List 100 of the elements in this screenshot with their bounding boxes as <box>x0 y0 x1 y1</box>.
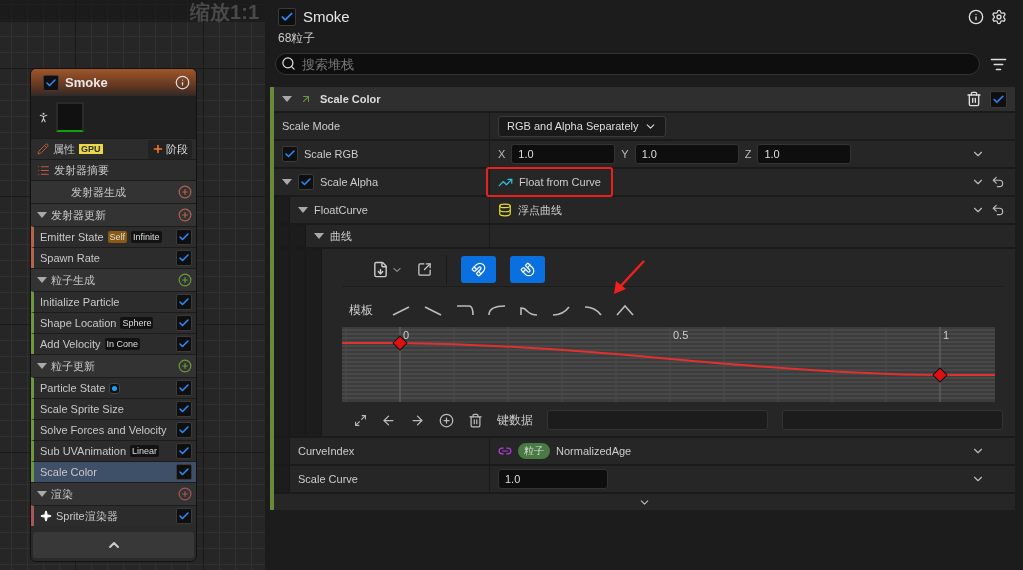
next-key-icon[interactable] <box>410 412 425 428</box>
sparkle-icon <box>40 510 52 522</box>
settings-icon[interactable] <box>991 8 1007 25</box>
enable-checkbox[interactable] <box>176 315 192 331</box>
expand-triangle-icon[interactable] <box>314 233 324 239</box>
enable-checkbox[interactable] <box>176 336 192 352</box>
search-icon <box>281 56 296 71</box>
enable-checkbox[interactable] <box>278 7 296 26</box>
module-item[interactable]: Scale Sprite Size <box>31 398 196 419</box>
scale-mode-dropdown[interactable]: RGB and Alpha Separately <box>498 115 667 137</box>
enable-checkbox[interactable] <box>176 422 192 438</box>
checkmark-icon <box>178 317 190 329</box>
number-field[interactable]: 1.0 <box>757 144 852 164</box>
section-label[interactable]: 粒子更新 <box>51 358 95 374</box>
checkmark-icon <box>45 76 57 89</box>
enable-checkbox[interactable] <box>990 90 1007 108</box>
axis-label: Y <box>621 148 629 160</box>
section-label[interactable]: 发射器摘要 <box>54 162 109 178</box>
module-arrow-icon <box>300 93 312 105</box>
expand-triangle-icon[interactable] <box>37 212 47 218</box>
enable-checkbox[interactable] <box>176 250 192 266</box>
keyframe-icon[interactable] <box>932 367 948 383</box>
module-tag: Self <box>107 231 128 243</box>
enable-checkbox[interactable] <box>176 380 192 396</box>
expand-triangle-icon[interactable] <box>282 179 292 185</box>
curve-template-icon[interactable] <box>615 302 635 318</box>
module-item[interactable]: Solve Forces and Velocity <box>31 419 196 440</box>
number-field[interactable]: 1.0 <box>511 144 616 164</box>
checkbox[interactable] <box>282 146 298 162</box>
module-item[interactable]: Sprite渲染器 <box>31 505 196 526</box>
enable-checkbox[interactable] <box>176 443 192 459</box>
module-label: Scale Color <box>40 466 97 478</box>
enable-checkbox[interactable] <box>176 464 192 480</box>
module-item[interactable]: Emitter State Self Infinite <box>31 226 196 247</box>
checkmark-icon <box>178 424 190 436</box>
number-field[interactable]: 1.0 <box>498 469 608 489</box>
number-field[interactable]: 1.0 <box>634 144 739 164</box>
module-item[interactable]: Shape Location Sphere <box>31 312 196 333</box>
expand-triangle-icon[interactable] <box>37 277 47 283</box>
enable-checkbox[interactable] <box>176 294 192 310</box>
module-label: Spawn Rate <box>40 252 100 264</box>
add-module-icon[interactable] <box>178 359 192 373</box>
add-module-icon[interactable] <box>178 208 192 222</box>
expand-triangle-icon[interactable] <box>282 96 292 102</box>
previous-key-icon[interactable] <box>381 412 396 428</box>
particle-count: 68粒子 <box>277 30 317 47</box>
binding-value[interactable]: NormalizedAge <box>556 445 632 457</box>
magnet-icon <box>520 262 535 277</box>
reset-arrow-icon[interactable] <box>991 175 1005 189</box>
export-icon[interactable] <box>417 262 432 277</box>
import-curve-button[interactable] <box>372 261 403 278</box>
properties-label[interactable]: 属性 <box>53 141 75 157</box>
fit-view-icon[interactable] <box>354 413 367 427</box>
asset-value[interactable]: 浮点曲线 <box>518 202 562 218</box>
module-label: Solve Forces and Velocity <box>40 424 167 436</box>
enable-checkbox[interactable] <box>176 401 192 417</box>
emitter-thumbnail <box>56 102 84 132</box>
module-label: Add Velocity <box>40 338 101 350</box>
curve-template-icon[interactable] <box>455 302 475 318</box>
plus-icon <box>152 143 164 155</box>
checkmark-icon <box>178 231 190 243</box>
module-item[interactable]: Initialize Particle <box>31 291 196 312</box>
module-item[interactable]: Scale Color <box>31 461 196 482</box>
function-value[interactable]: Float from Curve <box>519 176 601 188</box>
checkmark-icon <box>992 92 1005 106</box>
module-item[interactable]: Sub UVAnimation Linear <box>31 440 196 461</box>
reset-arrow-icon[interactable] <box>991 203 1005 217</box>
delete-icon[interactable] <box>468 412 483 428</box>
add-module-icon[interactable] <box>178 273 192 287</box>
expand-triangle-icon[interactable] <box>37 363 47 369</box>
module-item[interactable]: Spawn Rate <box>31 247 196 268</box>
expand-triangle-icon[interactable] <box>298 207 308 213</box>
module-label: Particle State <box>40 382 106 394</box>
enable-checkbox[interactable] <box>176 508 192 524</box>
add-module-icon[interactable] <box>178 185 192 199</box>
section-label[interactable]: 粒子生成 <box>51 272 95 288</box>
checkbox[interactable] <box>298 174 314 190</box>
module-item[interactable]: Add Velocity In Cone <box>31 333 196 354</box>
emitter-node[interactable] <box>30 68 197 562</box>
curve-template-icon[interactable] <box>487 302 507 318</box>
module-tag: Sphere <box>120 317 154 329</box>
module-label: Scale Sprite Size <box>40 403 124 415</box>
link-icon <box>498 444 512 458</box>
enable-checkbox[interactable] <box>176 229 192 245</box>
property-label: FloatCurve <box>314 204 368 216</box>
status-dot-icon <box>109 382 121 394</box>
add-key-icon[interactable] <box>439 412 454 428</box>
module-item[interactable]: Particle State <box>31 377 196 398</box>
info-icon[interactable] <box>175 75 190 90</box>
section-label[interactable]: 渲染 <box>51 486 73 502</box>
delete-icon[interactable] <box>966 91 982 107</box>
snap-vertical-button[interactable] <box>510 256 545 283</box>
enable-checkbox[interactable] <box>43 74 59 91</box>
expand-triangle-icon[interactable] <box>37 491 47 497</box>
add-stage-button[interactable]: 阶段 <box>148 139 192 159</box>
info-icon[interactable] <box>968 8 984 25</box>
add-module-icon[interactable] <box>178 487 192 501</box>
search-field[interactable]: 搜索堆栈 <box>275 53 980 75</box>
checkmark-icon <box>178 466 190 478</box>
snap-horizontal-button[interactable] <box>461 256 496 283</box>
